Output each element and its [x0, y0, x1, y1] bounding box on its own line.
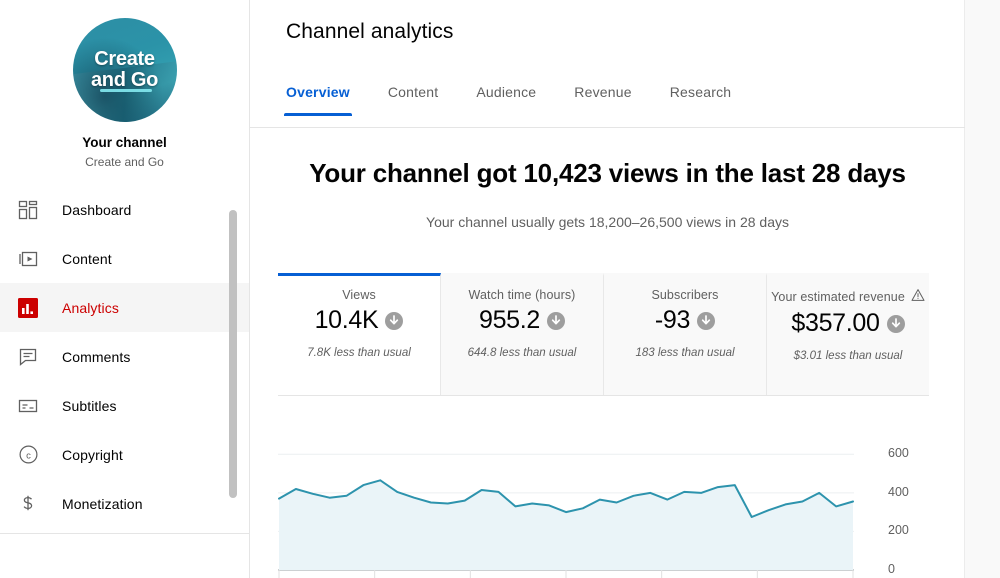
metric-label: Watch time (hours) [469, 288, 576, 302]
analytics-panel: Channel analytics Overview Content Audie… [250, 0, 965, 578]
sidebar-nav: Dashboard Content [0, 185, 249, 534]
sidebar-item-label: Analytics [62, 300, 119, 316]
channel-avatar[interactable]: Create and Go [73, 18, 177, 122]
tab-label: Audience [476, 84, 536, 100]
metric-value-row: 955.2 [479, 306, 565, 335]
channel-block: Create and Go Your channel Create and Go [0, 0, 249, 169]
metric-card-watch-time[interactable]: Watch time (hours) 955.2 644.8 less than… [441, 273, 604, 395]
sidebar: Create and Go Your channel Create and Go… [0, 0, 250, 578]
warning-icon[interactable] [911, 288, 925, 305]
metric-value: 10.4K [315, 306, 379, 335]
chart-y-tick-label: 600 [888, 446, 909, 460]
sidebar-item-label: Comments [62, 349, 130, 365]
metric-note: 644.8 less than usual [468, 347, 577, 359]
trend-down-icon [887, 315, 905, 333]
metric-value-row: $357.00 [791, 309, 904, 338]
overview-headline: Your channel got 10,423 views in the las… [250, 158, 965, 189]
trend-down-icon [385, 312, 403, 330]
metric-note: 7.8K less than usual [307, 347, 411, 359]
metric-card-views[interactable]: Views 10.4K 7.8K less than usual [278, 273, 441, 395]
sidebar-item-label: Dashboard [62, 202, 131, 218]
sidebar-item-comments[interactable]: Comments [0, 332, 249, 381]
metric-value: -93 [655, 306, 690, 335]
metric-label-row: Subscribers [651, 288, 718, 302]
sidebar-item-content[interactable]: Content [0, 234, 249, 283]
chart-y-tick-label: 200 [888, 523, 909, 537]
metric-value-row: 10.4K [315, 306, 404, 335]
page-title: Channel analytics [286, 20, 453, 44]
chart-x-ticks [279, 570, 853, 578]
metric-cards: Views 10.4K 7.8K less than usual Watch t… [278, 273, 929, 396]
svg-text:c: c [26, 450, 31, 461]
metric-value-row: -93 [655, 306, 715, 335]
tabs-divider [250, 127, 965, 128]
metric-note: $3.01 less than usual [794, 350, 903, 362]
sidebar-item-label: Monetization [62, 496, 143, 512]
metric-label-row: Your estimated revenue [771, 288, 925, 305]
views-chart-svg [278, 415, 878, 578]
sidebar-item-label: Subtitles [62, 398, 117, 414]
analytics-icon [16, 296, 40, 320]
channel-name: Create and Go [0, 155, 249, 169]
views-chart[interactable]: 600 400 200 0 [278, 415, 958, 578]
tab-label: Research [670, 84, 732, 100]
metric-value: $357.00 [791, 309, 879, 338]
chart-y-axis-labels: 600 400 200 0 [888, 415, 958, 578]
youtube-studio-analytics: Create and Go Your channel Create and Go… [0, 0, 1000, 578]
sidebar-item-analytics[interactable]: Analytics [0, 283, 249, 332]
avatar-text-line1: Create [94, 48, 154, 70]
subtitles-icon [16, 394, 40, 418]
metric-card-subscribers[interactable]: Subscribers -93 183 less than usual [604, 273, 767, 395]
sidebar-item-label: Copyright [62, 447, 123, 463]
sidebar-item-copyright[interactable]: c Copyright [0, 430, 249, 479]
sidebar-divider [0, 533, 249, 534]
tab-label: Overview [286, 84, 350, 100]
overview-subhead: Your channel usually gets 18,200–26,500 … [250, 214, 965, 230]
metric-label: Views [342, 288, 376, 302]
tab-overview[interactable]: Overview [286, 84, 350, 116]
channel-heading: Your channel [0, 135, 249, 150]
trend-down-icon [697, 312, 715, 330]
metric-label-row: Watch time (hours) [469, 288, 576, 302]
sidebar-item-monetization[interactable]: Monetization [0, 479, 249, 528]
tab-revenue[interactable]: Revenue [574, 84, 631, 116]
chart-y-tick-label: 400 [888, 485, 909, 499]
avatar-underline-accent [100, 89, 152, 92]
metric-note: 183 less than usual [635, 347, 734, 359]
metric-label: Subscribers [651, 288, 718, 302]
tab-content[interactable]: Content [388, 84, 438, 116]
dashboard-icon [16, 198, 40, 222]
trend-down-icon [547, 312, 565, 330]
content-icon [16, 247, 40, 271]
avatar-text-line2: and Go [91, 69, 158, 91]
tab-label: Revenue [574, 84, 631, 100]
metric-value: 955.2 [479, 306, 540, 335]
sidebar-item-dashboard[interactable]: Dashboard [0, 185, 249, 234]
comments-icon [16, 345, 40, 369]
page-gutter [966, 0, 1000, 578]
sidebar-scrollbar-thumb[interactable] [229, 210, 237, 498]
copyright-icon: c [16, 443, 40, 467]
tab-audience[interactable]: Audience [476, 84, 536, 116]
sidebar-item-label: Content [62, 251, 112, 267]
metric-label-row: Views [342, 288, 376, 302]
main-content: Channel analytics Overview Content Audie… [250, 0, 1000, 578]
metric-label: Your estimated revenue [771, 290, 905, 304]
chart-area-fill [279, 480, 853, 570]
sidebar-item-subtitles[interactable]: Subtitles [0, 381, 249, 430]
monetization-icon [16, 492, 40, 516]
metric-card-estimated-revenue[interactable]: Your estimated revenue $357.00 $3.01 les… [767, 273, 929, 395]
sidebar-scrollbar-track[interactable] [235, 0, 243, 578]
chart-y-tick-label: 0 [888, 562, 895, 576]
analytics-tabs: Overview Content Audience Revenue Resear… [286, 84, 769, 116]
tab-research[interactable]: Research [670, 84, 732, 116]
tab-label: Content [388, 84, 438, 100]
